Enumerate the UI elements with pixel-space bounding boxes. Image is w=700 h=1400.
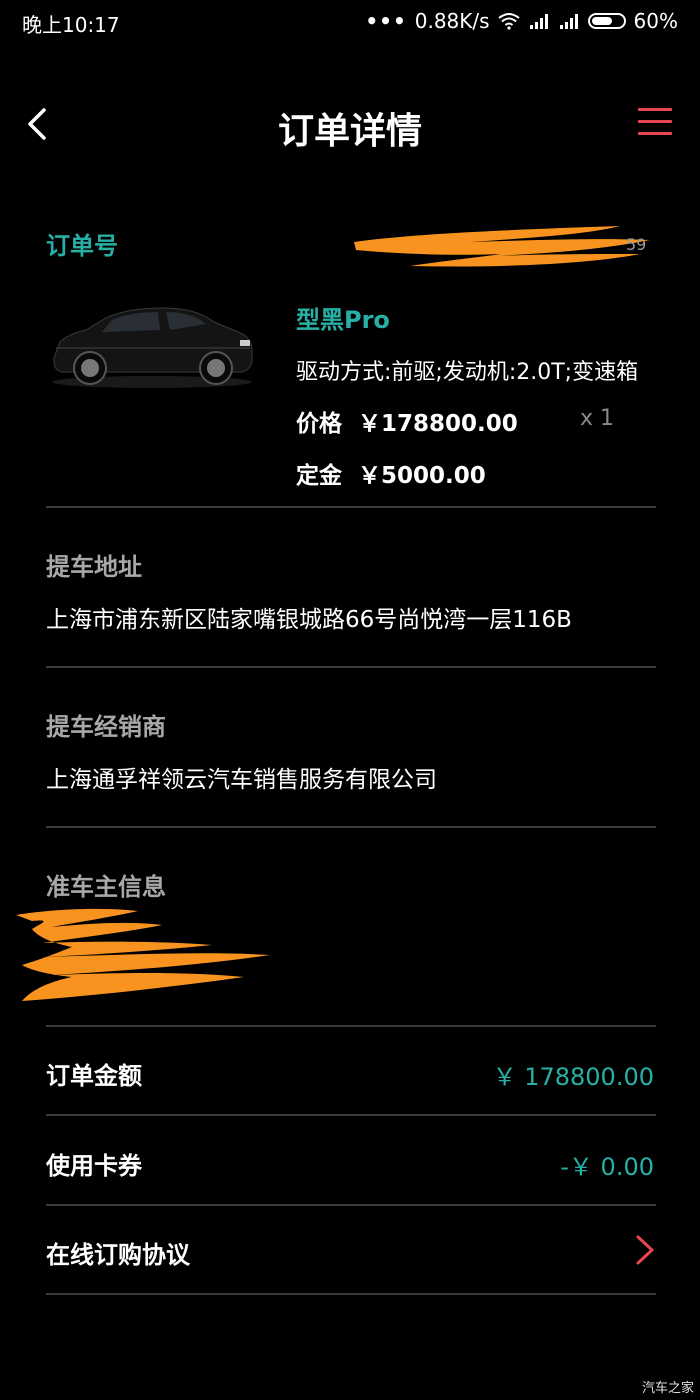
status-bar: 晚上10:17 ••• 0.88K/s 60% bbox=[0, 0, 700, 44]
menu-icon[interactable] bbox=[638, 108, 672, 138]
divider bbox=[46, 826, 656, 828]
owner-info-label: 准车主信息 bbox=[46, 873, 166, 901]
price-value: ￥178800.00 bbox=[358, 411, 518, 437]
divider bbox=[46, 1114, 656, 1116]
deposit-value: ￥5000.00 bbox=[358, 463, 486, 489]
dealer-value: 上海通孚祥领云汽车销售服务有限公司 bbox=[46, 767, 437, 793]
chevron-right-icon[interactable] bbox=[634, 1233, 656, 1267]
pickup-address-label: 提车地址 bbox=[46, 553, 142, 581]
watermark: 汽车之家 bbox=[641, 1381, 694, 1396]
status-icons: ••• 0.88K/s 60% bbox=[365, 9, 678, 33]
coupon-value[interactable]: -￥ 0.00 bbox=[560, 1147, 654, 1182]
dealer-label: 提车经销商 bbox=[46, 713, 166, 741]
order-amount-label: 订单金额 bbox=[46, 1062, 142, 1090]
deposit-row: 定金 ￥5000.00 bbox=[296, 456, 486, 490]
status-time: 晚上10:17 bbox=[22, 13, 120, 37]
order-amount-value: ￥ 178800.00 bbox=[492, 1063, 654, 1091]
car-image bbox=[52, 307, 253, 388]
signal-icon-2 bbox=[559, 14, 578, 29]
more-dots-icon: ••• bbox=[365, 9, 407, 33]
signal-icon bbox=[529, 14, 548, 29]
redacted-owner-info bbox=[16, 908, 270, 1001]
svg-text:59: 59 bbox=[626, 235, 646, 254]
order-number-label: 订单号 bbox=[46, 232, 118, 260]
divider bbox=[46, 1204, 656, 1206]
order-detail-page: 晚上10:17 ••• 0.88K/s 60% 订单详情 订单号 59 型黑Pr… bbox=[0, 0, 700, 1400]
redacted-order-number: 59 bbox=[354, 226, 650, 267]
coupon-label[interactable]: 使用卡券 bbox=[46, 1146, 142, 1181]
divider bbox=[46, 506, 656, 508]
page-title: 订单详情 bbox=[277, 111, 422, 152]
agreement-link[interactable]: 在线订购协议 bbox=[46, 1235, 190, 1270]
divider bbox=[46, 1293, 656, 1295]
divider bbox=[46, 1025, 656, 1027]
pickup-address-value: 上海市浦东新区陆家嘴银城路66号尚悦湾一层116B bbox=[46, 607, 572, 633]
divider bbox=[46, 666, 656, 668]
nav-bar: 订单详情 bbox=[0, 84, 700, 164]
net-speed: 0.88K/s bbox=[414, 9, 490, 33]
price-label: 价格 bbox=[296, 411, 342, 437]
deposit-label: 定金 bbox=[296, 463, 342, 489]
product-price-row: 价格 ￥178800.00 bbox=[296, 404, 518, 438]
product-name: 型黑Pro bbox=[296, 306, 390, 334]
product-quantity: x 1 bbox=[579, 406, 614, 431]
product-spec: 驱动方式:前驱;发动机:2.0T;变速箱 bbox=[296, 360, 639, 385]
battery-icon bbox=[587, 13, 626, 29]
battery-level: 60% bbox=[633, 9, 678, 33]
wifi-icon bbox=[497, 13, 520, 30]
